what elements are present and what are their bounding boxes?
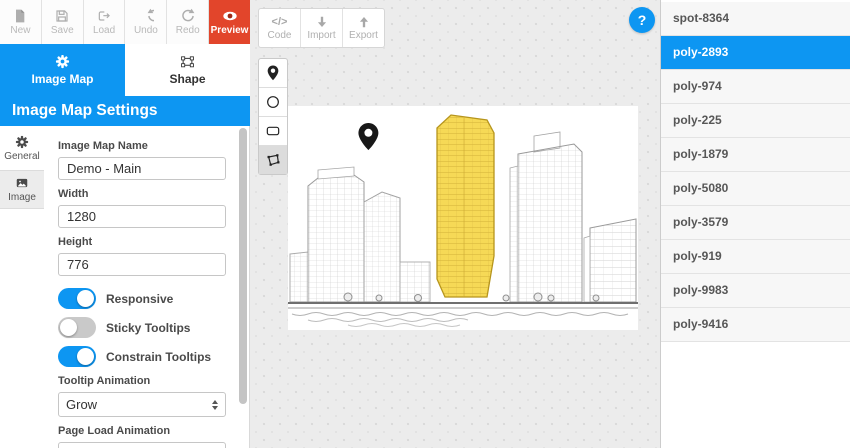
main-toolbar: New Save Load Undo Redo Preview bbox=[0, 0, 250, 45]
undo-icon bbox=[138, 8, 154, 24]
shape-list-item[interactable]: spot-8364 bbox=[661, 2, 850, 36]
polygon-tool-button[interactable] bbox=[259, 146, 287, 174]
shape-icon bbox=[180, 54, 195, 69]
constrain-tooltips-toggle[interactable] bbox=[58, 346, 96, 367]
shape-list-item[interactable]: poly-974 bbox=[661, 70, 850, 104]
gear-icon bbox=[55, 54, 70, 69]
redo-icon bbox=[180, 8, 196, 24]
shape-list-item[interactable]: poly-1879 bbox=[661, 138, 850, 172]
side-tab-general-label: General bbox=[4, 151, 40, 162]
pin-icon bbox=[265, 65, 281, 81]
image-icon bbox=[15, 176, 29, 190]
undo-button-label: Undo bbox=[134, 25, 158, 36]
settings-panel: General Image Image Map Name Width Heigh… bbox=[0, 126, 250, 448]
redo-button-label: Redo bbox=[176, 25, 200, 36]
editor-canvas[interactable] bbox=[288, 106, 638, 330]
responsive-toggle[interactable] bbox=[58, 288, 96, 309]
gear-icon bbox=[15, 135, 29, 149]
panel-title: Image Map Settings bbox=[0, 96, 250, 126]
io-toolbar: </> Code Import Export bbox=[258, 8, 385, 48]
settings-form: Image Map Name Width Height Responsive S… bbox=[58, 132, 226, 448]
panel-scrollbar[interactable] bbox=[239, 128, 247, 404]
code-button[interactable]: </> Code bbox=[259, 9, 301, 47]
side-tab-general[interactable]: General bbox=[0, 130, 44, 167]
export-button[interactable]: Export bbox=[343, 9, 384, 47]
tab-shape-label: Shape bbox=[169, 72, 205, 86]
load-button[interactable]: Load bbox=[84, 0, 126, 44]
tab-image-map[interactable]: Image Map bbox=[0, 44, 125, 96]
tab-image-map-label: Image Map bbox=[31, 72, 93, 86]
height-label: Height bbox=[58, 236, 226, 248]
redo-button[interactable]: Redo bbox=[167, 0, 209, 44]
save-button-label: Save bbox=[51, 25, 74, 36]
shape-list-item[interactable]: poly-9983 bbox=[661, 274, 850, 308]
select-arrows-icon bbox=[212, 400, 218, 410]
width-field[interactable] bbox=[58, 205, 226, 228]
arrow-up-icon bbox=[357, 15, 371, 29]
shape-list-item[interactable]: poly-9416 bbox=[661, 308, 850, 342]
side-tab-image-label: Image bbox=[8, 192, 36, 203]
shapes-list-sidebar: spot-8364 poly-2893 poly-974 poly-225 po… bbox=[660, 0, 850, 448]
toggle-knob bbox=[77, 348, 94, 365]
export-button-label: Export bbox=[349, 30, 378, 41]
constrain-tooltips-toggle-label: Constrain Tooltips bbox=[106, 350, 211, 364]
tooltip-animation-value: Grow bbox=[66, 397, 97, 412]
shape-tool-palette bbox=[258, 58, 288, 175]
toggle-knob bbox=[77, 290, 94, 307]
new-button[interactable]: New bbox=[0, 0, 42, 44]
rectangle-icon bbox=[265, 123, 281, 139]
new-button-label: New bbox=[10, 25, 30, 36]
height-field[interactable] bbox=[58, 253, 226, 276]
tooltip-animation-label: Tooltip Animation bbox=[58, 375, 226, 387]
toggle-knob bbox=[60, 319, 77, 336]
image-map-editor-app: New Save Load Undo Redo Preview Image Ma… bbox=[0, 0, 850, 448]
width-label: Width bbox=[58, 188, 226, 200]
arrow-down-icon bbox=[315, 15, 329, 29]
eye-icon bbox=[222, 8, 238, 24]
import-button-label: Import bbox=[307, 30, 335, 41]
save-icon bbox=[54, 8, 70, 24]
city-illustration bbox=[288, 106, 638, 330]
code-icon: </> bbox=[272, 15, 288, 29]
help-button[interactable]: ? bbox=[629, 7, 655, 33]
page-load-animation-select[interactable]: None bbox=[58, 442, 226, 448]
page-load-animation-label: Page Load Animation bbox=[58, 425, 226, 437]
tab-shape[interactable]: Shape bbox=[125, 44, 250, 96]
preview-button-label: Preview bbox=[211, 25, 249, 36]
sticky-tooltips-toggle[interactable] bbox=[58, 317, 96, 338]
side-tab-image[interactable]: Image bbox=[0, 170, 44, 209]
circle-icon bbox=[265, 94, 281, 110]
undo-button[interactable]: Undo bbox=[125, 0, 167, 44]
polygon-icon bbox=[265, 152, 281, 168]
shape-list-item[interactable]: poly-5080 bbox=[661, 172, 850, 206]
load-icon bbox=[96, 8, 112, 24]
shape-list-item[interactable]: poly-3579 bbox=[661, 206, 850, 240]
rect-tool-button[interactable] bbox=[259, 117, 287, 146]
sticky-tooltips-toggle-label: Sticky Tooltips bbox=[106, 321, 190, 335]
new-file-icon bbox=[12, 8, 28, 24]
load-button-label: Load bbox=[93, 25, 115, 36]
import-button[interactable]: Import bbox=[301, 9, 343, 47]
tooltip-animation-select[interactable]: Grow bbox=[58, 392, 226, 417]
settings-side-tabs: General Image bbox=[0, 130, 44, 209]
code-button-label: Code bbox=[268, 30, 292, 41]
oval-tool-button[interactable] bbox=[259, 88, 287, 117]
responsive-toggle-label: Responsive bbox=[106, 292, 173, 306]
preview-button[interactable]: Preview bbox=[209, 0, 250, 44]
spot-tool-button[interactable] bbox=[259, 59, 287, 88]
shape-list-item-selected[interactable]: poly-2893 bbox=[661, 36, 850, 70]
image-map-name-label: Image Map Name bbox=[58, 140, 226, 152]
image-map-name-field[interactable] bbox=[58, 157, 226, 180]
settings-tabs: Image Map Shape bbox=[0, 44, 250, 96]
shape-list-item[interactable]: poly-225 bbox=[661, 104, 850, 138]
save-button[interactable]: Save bbox=[42, 0, 84, 44]
shape-list-item[interactable]: poly-919 bbox=[661, 240, 850, 274]
highlighted-building-polygon[interactable] bbox=[437, 115, 494, 297]
